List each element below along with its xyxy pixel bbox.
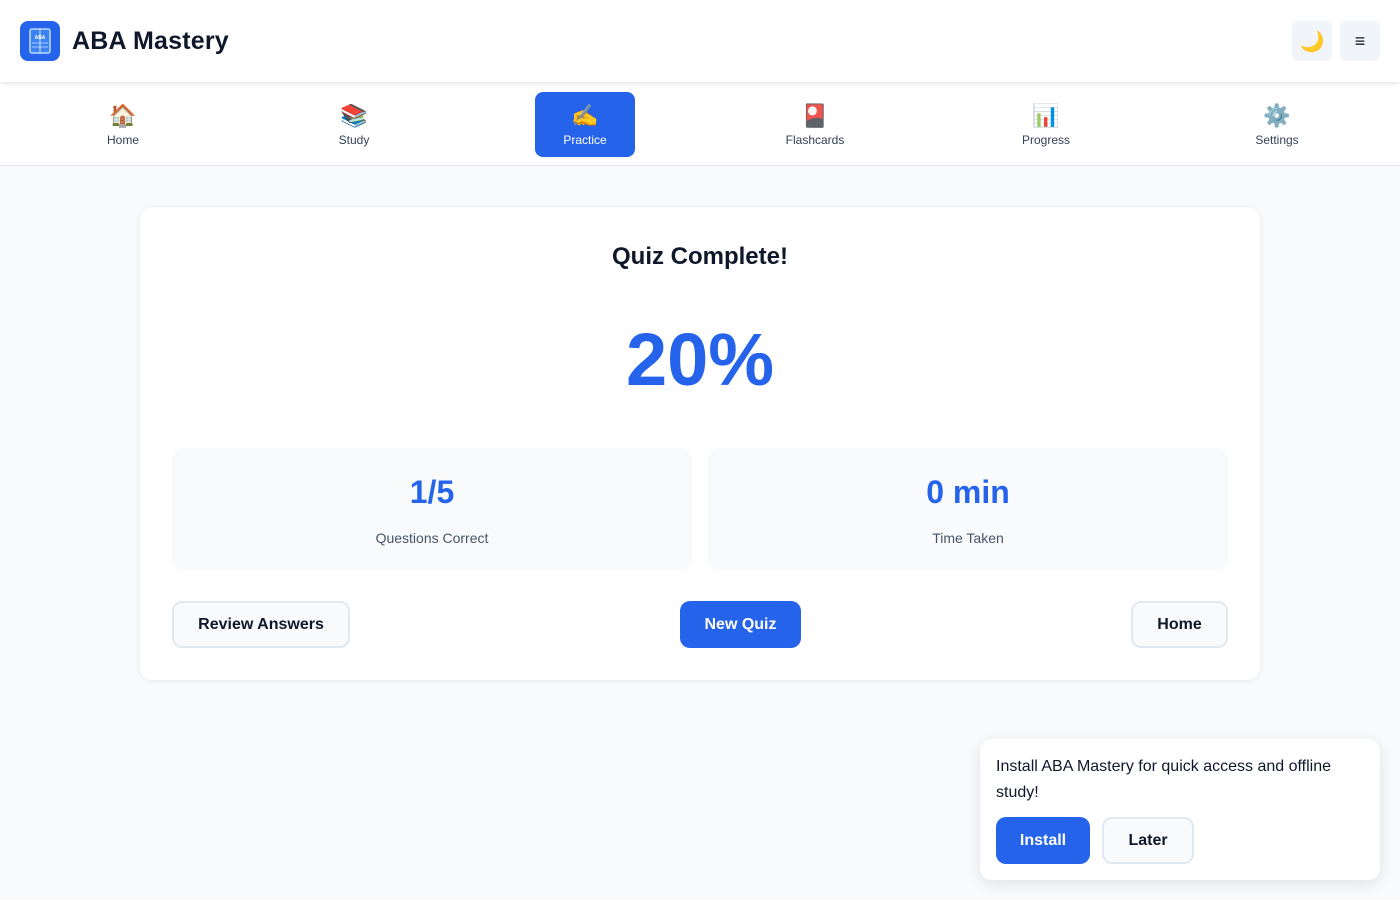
nav-label-study: Study — [338, 132, 370, 147]
quiz-results-card: Quiz Complete! 20% 1/5 Questions Correct… — [140, 207, 1260, 680]
stat-label-correct: Questions Correct — [375, 530, 489, 546]
app-header: ABA ABA Mastery 🌙 ≡ — [0, 0, 1400, 82]
writing-hand-icon: ✍️ — [571, 102, 599, 128]
nav-item-home[interactable]: 🏠 Home — [73, 92, 173, 157]
nav-label-progress: Progress — [1021, 132, 1071, 147]
stat-label-time: Time Taken — [932, 530, 1004, 546]
stat-value-time: 0 min — [926, 474, 1010, 510]
home-button[interactable]: Home — [1131, 601, 1228, 648]
nav-item-settings[interactable]: ⚙️ Settings — [1227, 92, 1327, 157]
install-button[interactable]: Install — [996, 817, 1090, 864]
nav-label-settings: Settings — [1255, 132, 1299, 147]
main-nav: 🏠 Home 📚 Study ✍️ Practice 🎴 Flashcards … — [0, 84, 1400, 166]
nav-item-practice[interactable]: ✍️ Practice — [535, 92, 635, 157]
moon-icon[interactable]: 🌙 — [1292, 21, 1332, 61]
later-button[interactable]: Later — [1102, 817, 1194, 864]
install-message: Install ABA Mastery for quick access and… — [996, 758, 1331, 801]
book-logo-icon: ABA — [20, 21, 60, 61]
stat-time-taken: 0 min Time Taken — [708, 448, 1228, 570]
books-icon: 📚 — [340, 102, 368, 128]
house-icon: 🏠 — [109, 102, 137, 128]
flashcard-icon: 🎴 — [801, 102, 829, 128]
bar-chart-icon: 📊 — [1032, 102, 1060, 128]
gear-icon: ⚙️ — [1263, 102, 1291, 128]
nav-item-progress[interactable]: 📊 Progress — [996, 92, 1096, 157]
header-actions: 🌙 ≡ — [1292, 21, 1380, 61]
new-quiz-button[interactable]: New Quiz — [680, 601, 801, 648]
brand[interactable]: ABA ABA Mastery — [20, 21, 229, 61]
stat-value-correct: 1/5 — [409, 474, 455, 510]
nav-item-flashcards[interactable]: 🎴 Flashcards — [765, 92, 865, 157]
nav-label-home: Home — [106, 132, 139, 147]
hamburger-menu-icon[interactable]: ≡ — [1340, 21, 1380, 61]
score-percentage: 20% — [625, 318, 775, 401]
app-title: ABA Mastery — [72, 26, 229, 55]
nav-label-flashcards: Flashcards — [785, 132, 845, 147]
install-prompt: Install ABA Mastery for quick access and… — [980, 739, 1380, 880]
logo-text: ABA — [35, 35, 46, 41]
stat-questions-correct: 1/5 Questions Correct — [172, 448, 692, 570]
review-answers-button[interactable]: Review Answers — [172, 601, 350, 648]
nav-label-practice: Practice — [563, 132, 607, 147]
results-title: Quiz Complete! — [611, 243, 788, 270]
nav-item-study[interactable]: 📚 Study — [304, 92, 404, 157]
